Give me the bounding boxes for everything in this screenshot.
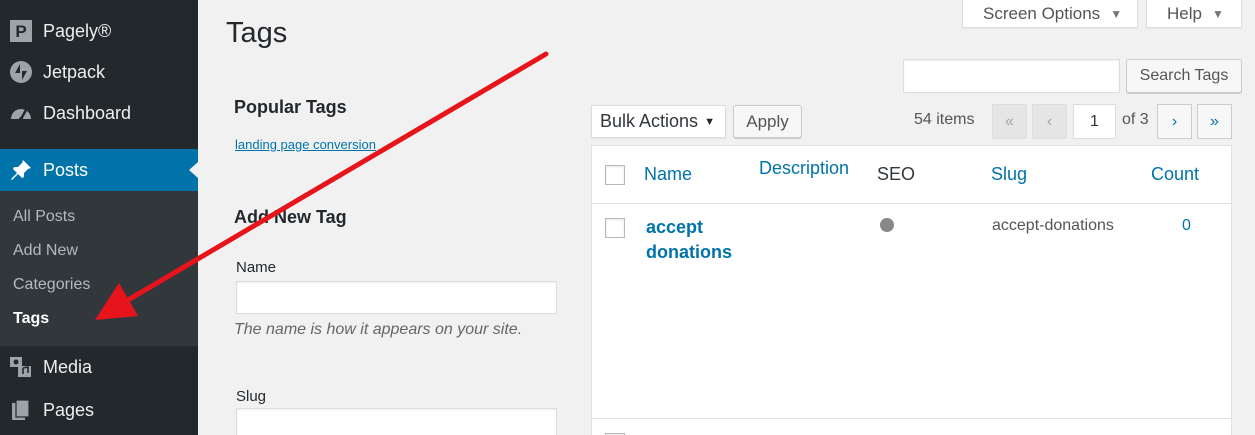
tag-name-link[interactable]: accept donations	[646, 215, 756, 265]
name-field-description: The name is how it appears on your site.	[234, 321, 523, 338]
column-header-count[interactable]: Count	[1151, 164, 1199, 185]
sidebar-item-label: Jetpack	[43, 61, 106, 82]
sidebar-item-dashboard[interactable]: Dashboard	[0, 95, 198, 131]
popular-tag-link[interactable]: landing page conversion	[235, 137, 376, 152]
submenu-item-all-posts[interactable]: All Posts	[13, 208, 75, 226]
last-page-button[interactable]: »	[1197, 104, 1232, 139]
tags-table: Name Description SEO Slug Count accept d…	[591, 145, 1232, 435]
popular-tags-heading: Popular Tags	[234, 97, 347, 117]
table-footer-row	[592, 418, 1231, 435]
jetpack-icon	[9, 60, 33, 84]
sidebar-item-pagely[interactable]: P Pagely®	[0, 13, 198, 49]
tag-slug: accept-donations	[992, 217, 1114, 234]
items-count: 54 items	[914, 111, 975, 128]
first-page-button: «	[992, 104, 1027, 139]
media-icon	[9, 355, 33, 379]
sidebar-item-posts[interactable]: Posts	[0, 149, 198, 191]
submenu-item-add-new[interactable]: Add New	[13, 242, 78, 260]
pages-icon	[9, 398, 33, 422]
column-header-slug[interactable]: Slug	[991, 164, 1027, 185]
sidebar-item-label: Pages	[43, 399, 95, 420]
table-row: accept donations accept-donations 0	[592, 205, 1231, 415]
column-header-name[interactable]: Name	[644, 164, 692, 185]
apply-button[interactable]: Apply	[733, 105, 802, 138]
pagely-logo-icon: P	[9, 19, 33, 43]
slug-field-label: Slug	[236, 388, 267, 405]
page-title: Tags	[226, 17, 288, 49]
column-header-seo: SEO	[877, 164, 916, 184]
next-page-button[interactable]: ›	[1157, 104, 1192, 139]
svg-text:P: P	[15, 22, 26, 41]
screen-options-label: Screen Options	[983, 3, 1101, 23]
tag-count-link[interactable]: 0	[1182, 217, 1191, 235]
bulk-actions-select[interactable]: Bulk Actions ▼	[591, 105, 726, 138]
sidebar-item-media[interactable]: Media	[0, 349, 198, 385]
tag-name-input[interactable]	[236, 281, 557, 314]
seo-status-dot-icon	[880, 218, 894, 232]
select-all-checkbox[interactable]	[605, 165, 625, 185]
row-checkbox[interactable]	[605, 218, 625, 238]
sidebar-item-label: Media	[43, 356, 93, 377]
screen-options-button[interactable]: Screen Options ▼	[962, 0, 1138, 28]
caret-down-icon: ▼	[1110, 6, 1123, 21]
name-field-label: Name	[236, 259, 277, 276]
sidebar-item-jetpack[interactable]: Jetpack	[0, 54, 198, 90]
table-header-row: Name Description SEO Slug Count	[592, 146, 1231, 204]
help-button[interactable]: Help ▼	[1146, 0, 1242, 28]
total-pages: of 3	[1122, 111, 1149, 128]
add-new-tag-heading: Add New Tag	[234, 207, 347, 227]
posts-submenu: All Posts Add New Categories Tags	[0, 191, 198, 346]
current-page-input[interactable]: 1	[1073, 104, 1116, 139]
search-tags-button[interactable]: Search Tags	[1126, 59, 1242, 93]
admin-sidebar: P Pagely® Jetpack Dashboard Posts All Po…	[0, 0, 198, 435]
sidebar-item-label: Dashboard	[43, 102, 132, 123]
column-header-description[interactable]: Description	[759, 158, 849, 179]
sidebar-item-label: Pagely®	[43, 20, 112, 41]
sidebar-item-label: Posts	[43, 159, 89, 180]
bulk-actions-label: Bulk Actions	[600, 111, 699, 131]
dashboard-icon	[9, 101, 33, 125]
tag-slug-input[interactable]	[236, 408, 557, 435]
sidebar-item-pages[interactable]: Pages	[0, 392, 198, 428]
prev-page-button: ‹	[1032, 104, 1067, 139]
caret-down-icon: ▼	[1211, 6, 1224, 21]
help-label: Help	[1167, 3, 1202, 23]
submenu-item-tags[interactable]: Tags	[13, 310, 49, 328]
submenu-item-categories[interactable]: Categories	[13, 276, 90, 294]
pin-icon	[9, 158, 33, 182]
caret-down-icon: ▼	[704, 115, 715, 128]
search-input[interactable]	[903, 59, 1120, 93]
